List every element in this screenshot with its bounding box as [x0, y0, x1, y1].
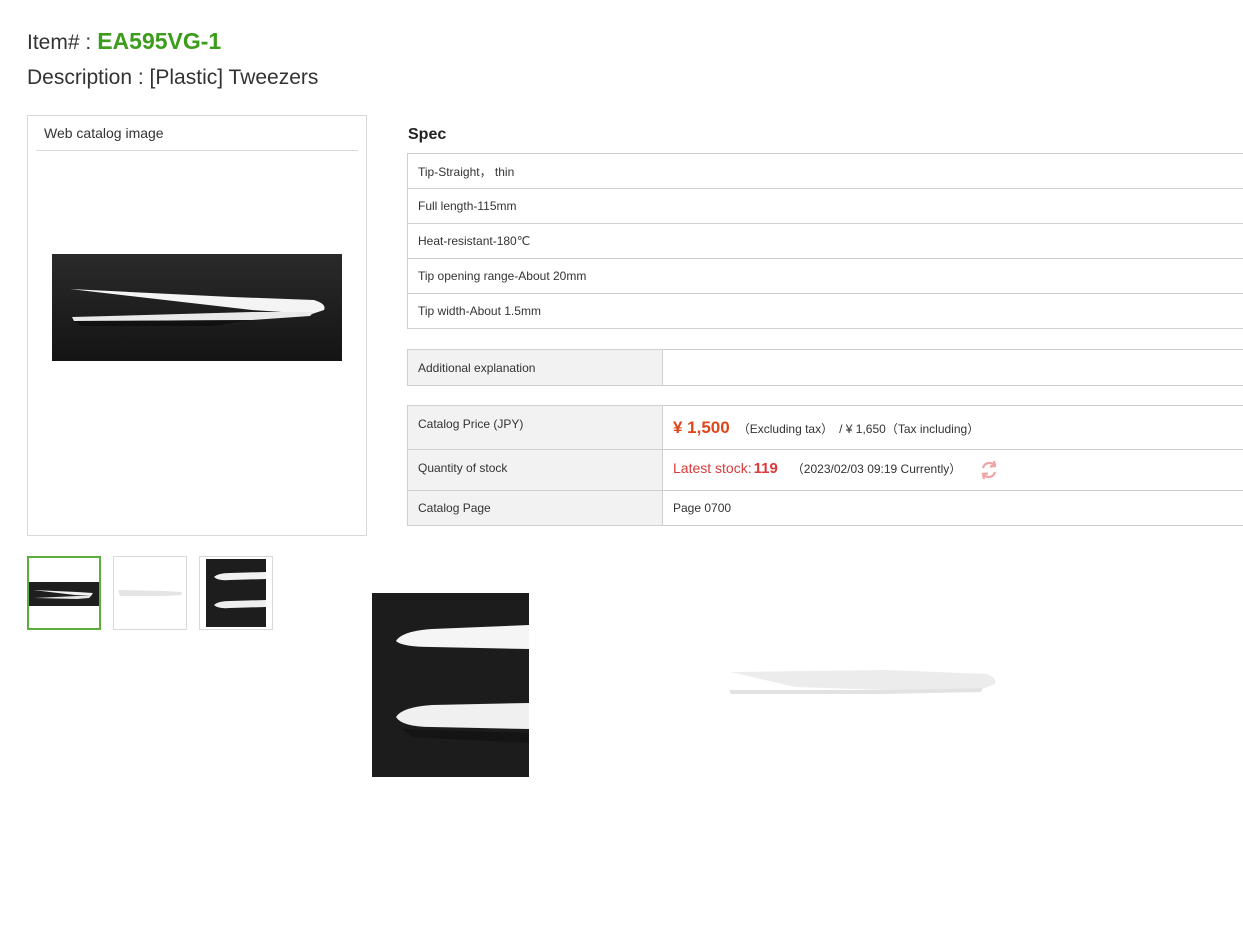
spec-cell: Tip-Straight， thin: [407, 153, 1243, 189]
stock-quantity-value: Latest stock: 119 （2023/02/03 09:19 Curren…: [662, 449, 1243, 491]
thumbnail-3[interactable]: [199, 556, 273, 630]
spec-cell: Tip opening range-About 20mm: [407, 258, 1243, 294]
price-excluding-tax: （Excluding tax）: [737, 421, 834, 436]
price-amount: ¥ 1,500: [673, 417, 730, 437]
thumbnail-1[interactable]: [27, 556, 101, 630]
spec-row: Heat-resistant-180℃: [407, 223, 1243, 259]
stock-count: 119: [753, 460, 778, 478]
stock-timestamp: （2023/02/03 09:19 Currently）: [791, 462, 962, 477]
additional-explanation-value: [662, 349, 1243, 386]
spec-row: Full length-115mm: [407, 188, 1243, 224]
price-including-tax: / ¥ 1,650（Tax including）: [839, 421, 980, 436]
latest-stock-label: Latest stock:: [673, 460, 752, 477]
spec-heading: Spec: [408, 126, 447, 143]
additional-explanation-table: Additional explanation: [407, 349, 1243, 386]
spec-cell: Tip width-About 1.5mm: [407, 293, 1243, 329]
zoom-preview-closeup: [372, 593, 529, 777]
catalog-image-title: Web catalog image: [36, 124, 358, 151]
catalog-page-label: Catalog Page: [407, 490, 663, 526]
stock-quantity-label: Quantity of stock: [407, 449, 663, 491]
item-number-line: Item# : EA595VG-1: [27, 28, 221, 55]
item-label: Item# :: [27, 31, 92, 54]
catalog-price-value: ¥ 1,500 （Excluding tax） / ¥ 1,650（Tax incl…: [662, 405, 1243, 450]
spec-table: Tip-Straight， thin Full length-115mm Hea…: [407, 153, 1243, 329]
spec-row: Tip width-About 1.5mm: [407, 293, 1243, 329]
catalog-page-value: Page 0700: [662, 490, 1243, 526]
catalog-info-table: Catalog Price (JPY) ¥ 1,500 （Excluding ta…: [407, 405, 1243, 526]
item-description: Description : [Plastic] Tweezers: [27, 66, 319, 89]
spec-row: Tip-Straight， thin: [407, 153, 1243, 189]
zoom-preview-light: [729, 670, 996, 694]
spec-cell: Heat-resistant-180℃: [407, 223, 1243, 259]
catalog-price-label: Catalog Price (JPY): [407, 405, 663, 450]
item-code: EA595VG-1: [97, 28, 222, 54]
thumbnail-2[interactable]: [113, 556, 187, 630]
spec-cell: Full length-115mm: [407, 188, 1243, 224]
spec-row: Tip opening range-About 20mm: [407, 258, 1243, 294]
main-product-image[interactable]: [52, 254, 342, 361]
additional-explanation-label: Additional explanation: [407, 349, 663, 386]
catalog-image-panel: Web catalog image: [27, 115, 367, 536]
refresh-icon[interactable]: [979, 459, 999, 481]
